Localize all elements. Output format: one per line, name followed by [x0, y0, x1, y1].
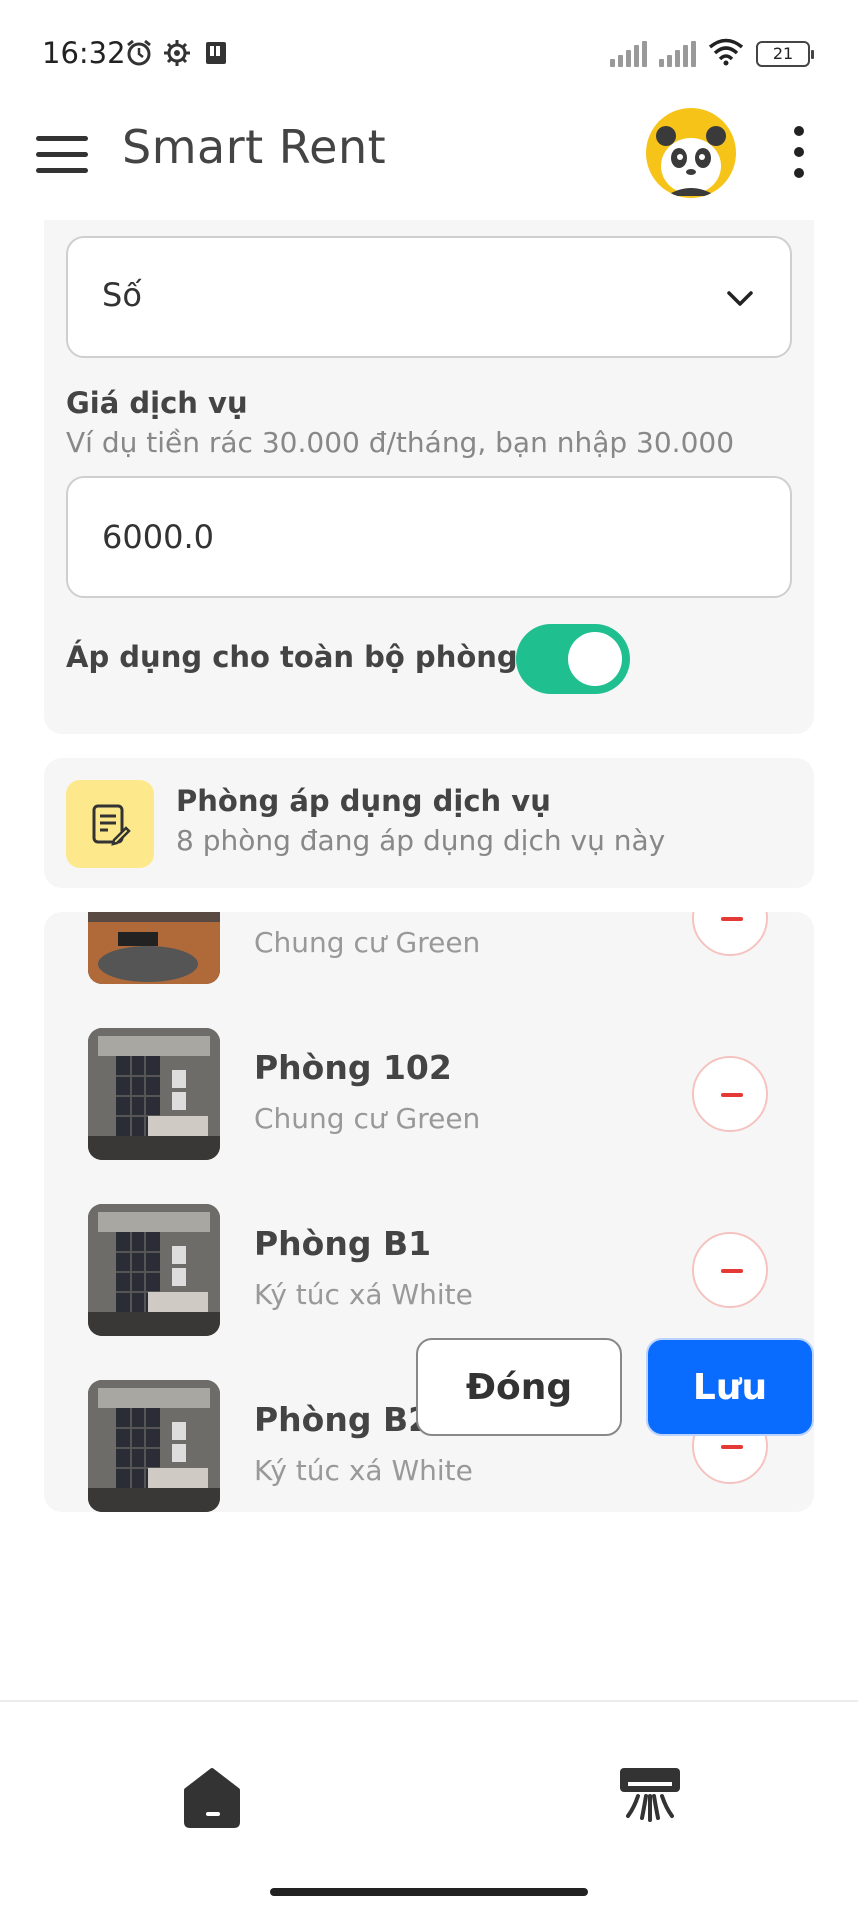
- room-name: Phòng B2: [254, 1400, 432, 1439]
- rooms-header-title: Phòng áp dụng dịch vụ: [176, 784, 551, 818]
- room-thumbnail: [88, 1380, 220, 1512]
- service-form-card: Số Giá dịch vụ Ví dụ tiền rác 30.000 đ/t…: [44, 220, 814, 734]
- room-name: Phòng B1: [254, 1224, 432, 1263]
- list-item: Phòng B1 Ký túc xá White: [88, 1204, 768, 1336]
- app-title: Smart Rent: [122, 120, 387, 174]
- remove-room-button[interactable]: [692, 912, 768, 956]
- menu-icon[interactable]: [36, 136, 88, 176]
- signal-icon-2: [659, 41, 696, 67]
- air-conditioner-icon[interactable]: [614, 1758, 686, 1830]
- price-label: Giá dịch vụ: [66, 386, 248, 420]
- avatar[interactable]: [646, 108, 736, 198]
- home-icon[interactable]: [176, 1760, 248, 1832]
- list-item: Chung cư Green: [88, 912, 768, 984]
- close-button[interactable]: Đóng: [416, 1338, 622, 1436]
- sim-card-icon: [200, 38, 230, 68]
- toggle-knob: [568, 632, 622, 686]
- note-edit-icon: [66, 780, 154, 868]
- room-thumbnail: [88, 1204, 220, 1336]
- apply-all-label: Áp dụng cho toàn bộ phòng: [66, 640, 518, 674]
- room-building: Ký túc xá White: [254, 1278, 473, 1311]
- settings-icon: [162, 38, 192, 68]
- list-item: Phòng 102 Chung cư Green: [88, 1028, 768, 1160]
- more-options-icon[interactable]: [784, 126, 814, 178]
- rooms-header-subtitle: 8 phòng đang áp dụng dịch vụ này: [176, 824, 666, 857]
- alarm-icon: [124, 38, 154, 68]
- price-hint: Ví dụ tiền rác 30.000 đ/tháng, bạn nhập …: [66, 426, 735, 459]
- save-button[interactable]: Lưu: [646, 1338, 814, 1436]
- signal-icon: [610, 41, 647, 67]
- room-thumbnail: [88, 912, 220, 984]
- room-thumbnail: [88, 1028, 220, 1160]
- status-bar: 16:32 21: [0, 0, 858, 96]
- unit-select[interactable]: Số: [66, 236, 792, 358]
- status-time: 16:32: [42, 36, 126, 70]
- room-name: Phòng 102: [254, 1048, 452, 1087]
- app-bar: Smart Rent: [0, 96, 858, 220]
- status-system-icons: 21: [610, 38, 814, 70]
- status-notification-icons: [124, 38, 230, 68]
- room-building: Chung cư Green: [254, 1102, 481, 1135]
- remove-room-button[interactable]: [692, 1056, 768, 1132]
- rooms-header-card: Phòng áp dụng dịch vụ 8 phòng đang áp dụ…: [44, 758, 814, 888]
- room-building: Ký túc xá White: [254, 1454, 473, 1487]
- home-indicator[interactable]: [270, 1888, 588, 1896]
- remove-room-button[interactable]: [692, 1232, 768, 1308]
- apply-all-toggle[interactable]: [516, 624, 630, 694]
- bottom-nav: [0, 1700, 858, 1876]
- room-building: Chung cư Green: [254, 926, 481, 959]
- battery-icon: 21: [756, 41, 814, 67]
- wifi-icon: [708, 38, 744, 70]
- unit-select-value: Số: [102, 276, 142, 314]
- chevron-down-icon: [727, 291, 753, 306]
- content: Số Giá dịch vụ Ví dụ tiền rác 30.000 đ/t…: [0, 220, 858, 1700]
- price-input[interactable]: [66, 476, 792, 598]
